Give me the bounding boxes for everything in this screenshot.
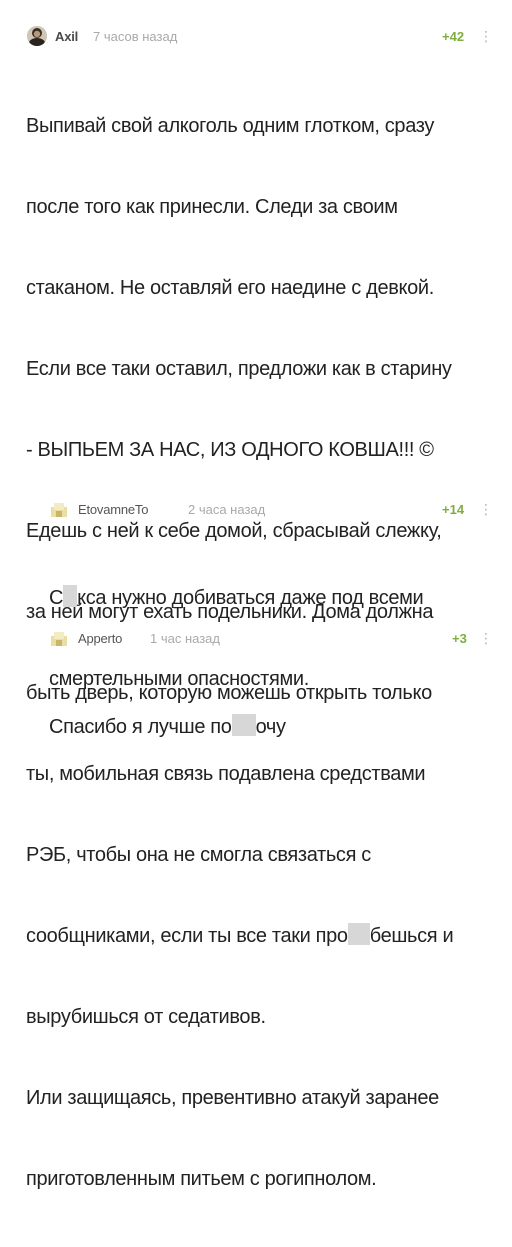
line-text: очу xyxy=(255,716,286,738)
comment-line-redacted: Спасибо я лучше по очу xyxy=(49,714,286,741)
comment-time: 1 час назад xyxy=(150,631,220,646)
comment-rating: +3 xyxy=(452,631,467,646)
redaction-block xyxy=(347,923,370,945)
line-text: Спасибо я лучше по xyxy=(49,716,232,738)
line-text: бешься и xyxy=(369,925,454,947)
avatar-icon xyxy=(51,632,67,646)
vertical-dots-icon[interactable]: ⋮ xyxy=(479,630,493,647)
comment-line: вырубишься от седативов. xyxy=(26,1006,266,1028)
comment-line: Или защищаясь, превентивно атакуй заране… xyxy=(26,1087,439,1109)
redaction-block xyxy=(231,714,256,736)
line-text: сообщниками, если ты все таки про xyxy=(26,925,348,947)
comment-apperto: Apperto 1 час назад +3 ⋮ Спасибо я лучше… xyxy=(0,0,512,738)
comment-line: приготовленным питьем с рогипнолом. xyxy=(26,1168,377,1190)
comment-author[interactable]: Apperto xyxy=(78,631,122,646)
comment-line-redacted: сообщниками, если ты все таки про бешься … xyxy=(26,923,454,950)
comment-line: РЭБ, чтобы она не смогла связаться с xyxy=(26,844,371,866)
comment-header: Apperto 1 час назад +3 ⋮ xyxy=(0,628,512,650)
comment-body: Спасибо я лучше по очу xyxy=(49,660,286,795)
default-avatar-icon[interactable] xyxy=(51,632,67,646)
